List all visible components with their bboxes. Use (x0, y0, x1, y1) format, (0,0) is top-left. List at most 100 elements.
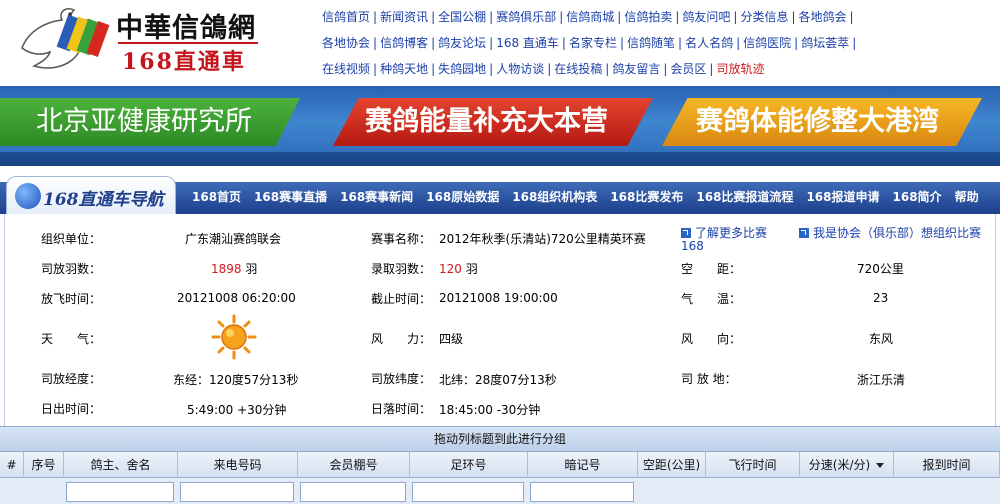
sunset-value: 18:45:00 -30分钟 (439, 403, 541, 417)
top-nav-link[interactable]: 各地鸽会 (799, 10, 847, 24)
grid-column-header[interactable]: # (0, 452, 24, 478)
top-nav-link[interactable]: 司放轨迹 (716, 62, 764, 76)
top-nav-link[interactable]: 信鸽医院 (743, 36, 791, 50)
sunset-label: 日落时间： (371, 402, 432, 416)
top-nav-link[interactable]: 种鸽天地 (380, 62, 428, 76)
nav-separator: | (852, 36, 857, 50)
release-place-value: 浙江乐清 (857, 373, 906, 387)
top-nav-link[interactable]: 鸽坛荟萃 (801, 36, 849, 50)
more-races-link-text: 了解更多比赛 (695, 226, 768, 240)
top-nav-link[interactable]: 信鸽商城 (566, 10, 614, 24)
grid-column-header[interactable]: 报到时间 (894, 452, 1000, 478)
grid-column-header[interactable]: 空距(公里) (638, 452, 706, 478)
released-count: 1898 羽 (211, 260, 257, 277)
top-nav-link[interactable]: 分类信息 (740, 10, 788, 24)
weather-label: 天 气： (41, 332, 102, 346)
nav-separator: | (547, 62, 552, 76)
nav-separator: | (559, 10, 564, 24)
top-nav-link[interactable]: 信鸽随笔 (627, 36, 675, 50)
top-nav-link[interactable]: 人物访谈 (496, 62, 544, 76)
navbar-link[interactable]: 帮助 (955, 190, 979, 204)
released-count-unit: 羽 (245, 262, 258, 276)
navbar-link[interactable]: 168比赛发布 (610, 190, 683, 204)
grid-column-header[interactable]: 分速(米/分) (800, 452, 894, 478)
top-nav-link[interactable]: 各地协会 (322, 36, 370, 50)
organize-race-link[interactable]: 我是协会（俱乐部）想组织比赛 (799, 224, 981, 241)
banner-ad-orange[interactable]: 赛鸽体能修整大港湾 (662, 98, 982, 146)
grid-column-header-label: 空距(公里) (642, 458, 701, 472)
nav-separator: | (794, 36, 799, 50)
top-nav-link[interactable]: 名人名鸽 (685, 36, 733, 50)
globe-icon (15, 183, 41, 209)
wind-direction-value: 东风 (869, 332, 894, 346)
grid-filter-input[interactable] (300, 482, 406, 502)
top-nav-link[interactable]: 全国公棚 (438, 10, 486, 24)
pigeon-logo-icon (21, 8, 110, 69)
top-nav-link[interactable]: 在线视频 (322, 62, 370, 76)
top-nav-link[interactable]: 鸽友论坛 (438, 36, 486, 50)
grid-column-header-label: # (6, 458, 17, 472)
top-nav-link[interactable]: 新闻资讯 (380, 10, 428, 24)
grid-column-header[interactable]: 会员棚号 (298, 452, 410, 478)
longitude-value: 东经：120度57分13秒 (173, 373, 299, 387)
top-nav-link[interactable]: 鸽友留言 (612, 62, 660, 76)
navbar-link[interactable]: 168赛事新闻 (340, 190, 413, 204)
deadline-value: 20121008 19:00:00 (439, 291, 558, 305)
accepted-count-unit: 羽 (465, 262, 478, 276)
grid-column-header-label: 序号 (31, 458, 56, 472)
navbar-link[interactable]: 168首页 (192, 190, 241, 204)
wind-force-label: 风 力： (371, 332, 432, 346)
sunrise-label: 日出时间： (41, 402, 102, 416)
navbar-link[interactable]: 168比赛报道流程 (696, 190, 793, 204)
top-nav-link[interactable]: 鸽友问吧 (682, 10, 730, 24)
nav-separator: | (617, 10, 622, 24)
top-nav-link[interactable]: 信鸽博客 (380, 36, 428, 50)
navbar-link[interactable]: 168赛事直播 (254, 190, 327, 204)
nav-separator: | (736, 36, 741, 50)
nav-separator: | (561, 36, 566, 50)
navbar-title-tab: 168直通车导航 (6, 176, 176, 214)
site-logo[interactable]: 中華信鴿網 168直通車 (18, 4, 263, 78)
top-nav-row: 各地协会 | 信鸽博客 | 鸽友论坛 | 168 直通车 | 名家专栏 | 信鸽随笔 | 名人名鸽 | 信鸽… (322, 34, 992, 60)
accepted-count-label: 录取羽数： (371, 262, 432, 276)
navbar-link[interactable]: 168报道申请 (806, 190, 879, 204)
nav-separator: | (678, 36, 683, 50)
nav-separator: | (605, 62, 610, 76)
top-nav-row: 在线视频 | 种鸽天地 | 失鸽园地 | 人物访谈 | 在线投稿 | 鸽友留言 | 会员区 | 司放轨迹 (322, 60, 992, 86)
top-nav-link[interactable]: 信鸽拍卖 (624, 10, 672, 24)
grid-column-header[interactable]: 来电号码 (178, 452, 298, 478)
results-grid-header: # 序号 鸽主、舍名 来电号码 会员棚号 足环号 暗记号 空距(公里) 飞行时间 分速(米/分) 报… (0, 452, 1000, 478)
released-count-label: 司放羽数： (41, 262, 102, 276)
sort-dropdown-icon[interactable] (876, 463, 885, 468)
group-by-drop-zone[interactable]: 拖动列标题到此进行分组 (0, 426, 1000, 452)
top-nav-link[interactable]: 会员区 (670, 62, 706, 76)
top-nav-link[interactable]: 168 直通车 (496, 36, 559, 50)
grid-column-header[interactable]: 鸽主、舍名 (64, 452, 178, 478)
distance-value: 720公里 (857, 262, 904, 276)
top-nav-link[interactable]: 名家专栏 (569, 36, 617, 50)
grid-filter-input[interactable] (180, 482, 294, 502)
navbar-link[interactable]: 168原始数据 (426, 190, 499, 204)
top-nav-link[interactable]: 信鸽首页 (322, 10, 370, 24)
grid-filter-input[interactable] (412, 482, 524, 502)
grid-filter-input[interactable] (530, 482, 634, 502)
more-races-link-168[interactable]: 168 (681, 239, 704, 253)
top-nav-link[interactable]: 赛鸽俱乐部 (496, 10, 556, 24)
nav-separator: | (619, 36, 625, 50)
nav-separator: | (791, 10, 796, 24)
ad-banner[interactable]: 北京亚健康研究所 赛鸽能量补充大本营 赛鸽体能修整大港湾 (0, 86, 1000, 166)
banner-ad-green[interactable]: 北京亚健康研究所 (0, 98, 300, 146)
grid-column-header[interactable]: 序号 (24, 452, 64, 478)
top-nav-link[interactable]: 失鸽园地 (438, 62, 486, 76)
grid-column-header[interactable]: 暗记号 (528, 452, 638, 478)
navbar-link[interactable]: 168组织机构表 (512, 190, 597, 204)
grid-column-header-label: 会员棚号 (329, 458, 378, 472)
nav-separator: | (489, 62, 494, 76)
grid-column-header[interactable]: 飞行时间 (706, 452, 800, 478)
top-nav-link[interactable]: 在线投稿 (554, 62, 602, 76)
navbar-links: 168首页 168赛事直播 168赛事新闻 168原始数据 168组织机构表 168比赛发… (192, 188, 992, 205)
grid-column-header[interactable]: 足环号 (410, 452, 528, 478)
banner-ad-red[interactable]: 赛鸽能量补充大本营 (333, 98, 653, 146)
navbar-link[interactable]: 168简介 (893, 190, 942, 204)
grid-filter-input[interactable] (66, 482, 174, 502)
